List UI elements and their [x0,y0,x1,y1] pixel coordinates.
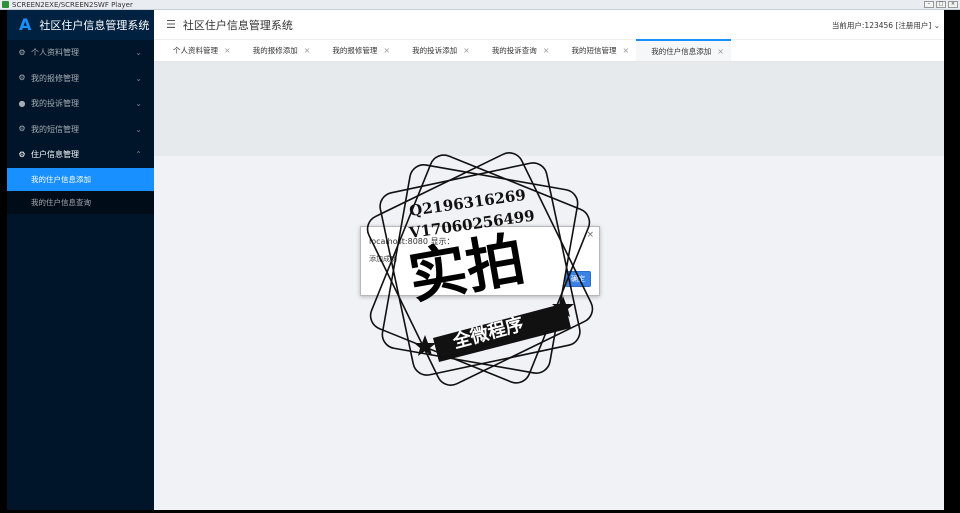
close-icon[interactable]: × [304,46,311,55]
gear-icon: ⚙ [18,149,26,159]
tab-label: 我的报修管理 [332,45,378,55]
dialog-message: 添加成功 [369,255,397,263]
sidebar: A 社区住户信息管理系统 ⚙ 个人资料管理 ⌄ ⚙ 我的报修管理 ⌄ ● 我的投… [7,10,154,510]
user-icon: ● [18,98,26,108]
submenu-resident: 我的住户信息添加 我的住户信息查询 [7,167,154,214]
ok-button[interactable]: 确定 [565,271,591,287]
gear-icon: ⚙ [18,124,26,134]
menu-toggle-icon[interactable]: ☰ [166,18,176,31]
sidebar-item-label: 住户信息管理 [31,150,79,160]
tab-label: 个人资料管理 [173,45,218,55]
sidebar-item-label: 我的报修管理 [31,73,79,83]
sidebar-item-label: 个人资料管理 [31,48,79,58]
player-title: SCREEN2EXE/SCREEN2SWF Player [12,0,133,9]
chevron-down-icon: ⌄ [933,21,940,30]
chevron-down-icon: ⌄ [135,48,142,57]
user-menu[interactable]: 当前用户:123456 [注册用户] ⌄ [832,20,940,31]
content-header-area [154,62,944,156]
close-icon[interactable]: × [543,46,550,55]
gear-icon: ⚙ [18,47,26,57]
close-icon[interactable]: × [948,1,958,8]
tab-label: 我的住户信息添加 [651,46,712,56]
tab-bar: 个人资料管理 × 我的报修添加 × 我的报修管理 × 我的投诉添加 × 我的投诉查询 × … [154,39,944,62]
window-controls: – □ × [924,1,958,8]
tab-label: 我的投诉添加 [412,45,458,55]
close-icon[interactable]: × [383,46,390,55]
brand: A 社区住户信息管理系统 [7,10,154,40]
sidebar-item-label: 我的投诉管理 [31,99,79,109]
logo-icon: A [19,15,32,34]
tab-resident-add[interactable]: 我的住户信息添加 × [636,39,731,61]
tab-repair-manage[interactable]: 我的报修管理 × [317,39,397,61]
chevron-down-icon: ⌄ [135,124,142,134]
player-title-bar: SCREEN2EXE/SCREEN2SWF Player – □ × [0,0,960,10]
page-title: 社区住户信息管理系统 [182,18,293,32]
maximize-icon[interactable]: □ [936,1,946,8]
minimize-icon[interactable]: – [924,1,934,8]
gear-icon: ⚙ [18,73,26,83]
tab-complaint-add[interactable]: 我的投诉添加 × [397,39,477,61]
sidebar-item-resident[interactable]: ⚙ 住户信息管理 ⌃ [7,142,154,168]
sidebar-item-repair[interactable]: ⚙ 我的报修管理 ⌄ [7,66,154,92]
close-icon[interactable]: × [586,230,594,240]
user-text: 当前用户:123456 [注册用户] [831,21,932,30]
tab-label: 我的短信管理 [571,45,617,55]
tab-label: 我的投诉查询 [491,45,537,55]
brand-title: 社区住户信息管理系统 [39,19,150,32]
header: ☰ 社区住户信息管理系统 当前用户:123456 [注册用户] ⌄ [154,10,944,40]
close-icon[interactable]: × [463,46,470,55]
close-icon[interactable]: × [224,46,231,55]
tab-repair-add[interactable]: 我的报修添加 × [238,39,318,61]
chevron-down-icon: ⌄ [135,99,142,108]
sidebar-item-complaint[interactable]: ● 我的投诉管理 ⌄ [7,91,154,117]
close-icon[interactable]: × [623,46,630,55]
dialog-title: localhost:8080 显示： [369,237,455,246]
chevron-up-icon: ⌃ [135,150,142,159]
tab-complaint-query[interactable]: 我的投诉查询 × [477,39,557,61]
close-icon[interactable]: × [717,47,724,56]
alert-dialog: localhost:8080 显示： × 添加成功 确定 [360,226,600,296]
sidebar-subitem-resident-add[interactable]: 我的住户信息添加 [7,167,154,191]
sidebar-item-profile[interactable]: ⚙ 个人资料管理 ⌄ [7,40,154,66]
player-app-icon [2,1,9,8]
sidebar-subitem-resident-query[interactable]: 我的住户信息查询 [7,191,154,214]
sidebar-item-sms[interactable]: ⚙ 我的短信管理 ⌄ [7,117,154,143]
tab-profile[interactable]: 个人资料管理 × [158,39,238,61]
sidebar-item-label: 我的短信管理 [31,124,79,134]
tab-sms-manage[interactable]: 我的短信管理 × [557,39,637,61]
tab-label: 我的报修添加 [252,45,298,55]
chevron-down-icon: ⌄ [135,73,142,83]
screen-edge [944,10,960,513]
